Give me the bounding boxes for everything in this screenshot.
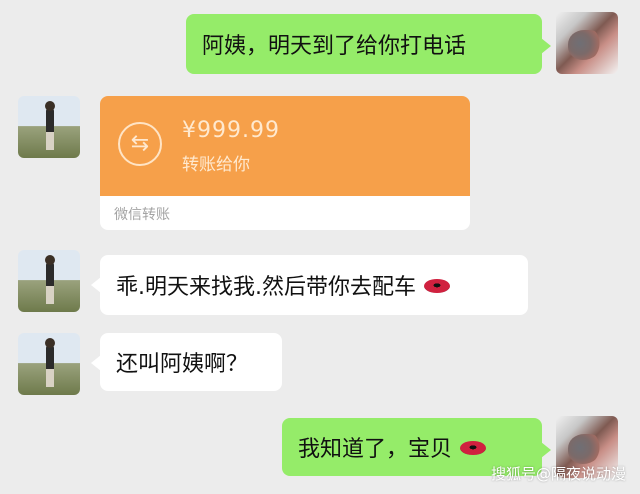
transfer-header: ⇆ ¥999.99 转账给你 [100, 96, 470, 196]
wechat-transfer-card[interactable]: ⇆ ¥999.99 转账给你 微信转账 [100, 96, 470, 230]
transfer-source: 微信转账 [114, 207, 170, 223]
watermark: 搜狐号@隔夜说动漫 [490, 465, 626, 483]
message-text: 乖.明天来找我.然后带你去配车 [116, 275, 416, 300]
lips-emoji-icon [460, 441, 487, 455]
avatar-image [45, 255, 55, 304]
message-text: 还叫阿姨啊？ [116, 352, 249, 377]
lips-emoji-icon [424, 279, 450, 293]
their-message-bubble[interactable]: 还叫阿姨啊？ [91, 333, 282, 391]
contact-avatar[interactable] [18, 250, 80, 312]
contact-avatar[interactable] [18, 96, 80, 158]
message-text: 阿姨，明天到了给你打电话 [202, 34, 467, 59]
my-message-bubble[interactable]: 阿姨，明天到了给你打电话 [186, 14, 551, 74]
contact-avatar[interactable] [18, 333, 80, 395]
avatar-image [45, 338, 55, 387]
avatar-image [568, 30, 602, 60]
transfer-amount: ¥999.99 [182, 118, 280, 143]
avatar-image [568, 434, 602, 464]
my-avatar[interactable] [556, 12, 618, 74]
message-text: 我知道了，宝贝 [298, 437, 453, 462]
avatar-image [45, 101, 55, 150]
transfer-arrows-icon: ⇆ [118, 122, 162, 166]
transfer-label: 转账给你 [182, 155, 250, 175]
their-message-bubble[interactable]: 乖.明天来找我.然后带你去配车 [91, 255, 528, 315]
